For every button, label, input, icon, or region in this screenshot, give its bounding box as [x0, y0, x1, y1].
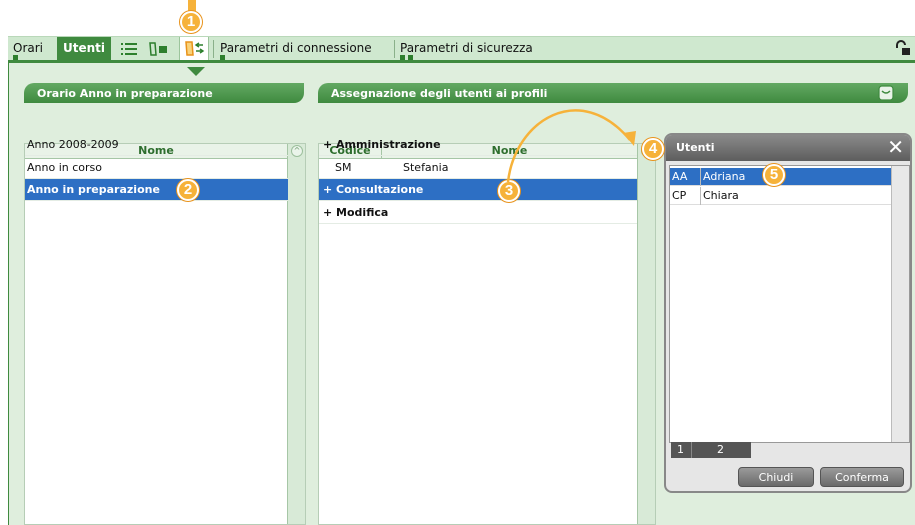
user-code: CP: [672, 189, 687, 202]
callout-5: 5: [763, 164, 785, 186]
close-icon[interactable]: ✕: [887, 135, 904, 159]
confirm-button[interactable]: Conferma: [820, 467, 904, 487]
utenti-dialog: Utenti ✕ AA Adriana CP Chiara 1 2 Chiudi…: [664, 133, 912, 493]
column-divider: [700, 187, 701, 205]
user-name: Chiara: [703, 189, 739, 202]
dialog-title: Utenti ✕: [666, 135, 910, 161]
column-divider: [700, 168, 701, 186]
close-button[interactable]: Chiudi: [738, 467, 814, 487]
page-1[interactable]: 1: [677, 442, 684, 458]
dialog-user-list: AA Adriana CP Chiara: [669, 165, 910, 443]
dialog-title-text: Utenti: [676, 141, 715, 154]
callout-4: 4: [642, 138, 664, 160]
user-name: Adriana: [703, 170, 746, 183]
page-2[interactable]: 2: [717, 442, 724, 458]
user-code: AA: [672, 170, 688, 183]
page-divider: [691, 442, 692, 458]
page-selector: 1 2: [671, 442, 751, 458]
dialog-scrollbar[interactable]: [891, 166, 909, 442]
dialog-row-chiara[interactable]: CP Chiara: [670, 187, 892, 205]
